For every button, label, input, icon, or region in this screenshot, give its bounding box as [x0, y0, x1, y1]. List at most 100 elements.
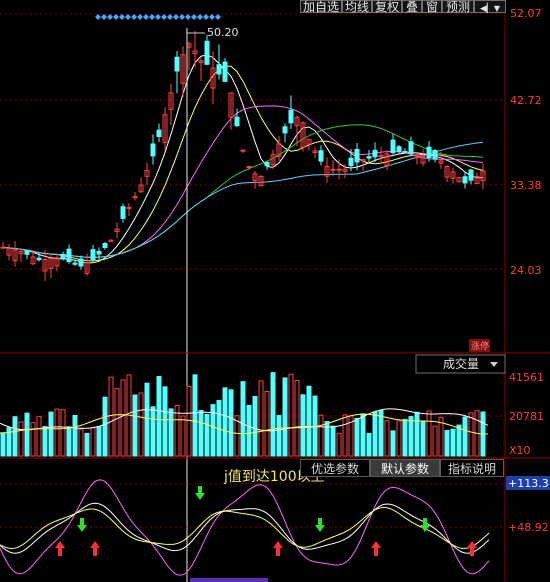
sell-arrow-icon [315, 518, 325, 532]
volume-indicator-label: 成交量 [443, 356, 479, 371]
volume-bar [246, 404, 252, 457]
signal-diamond [215, 14, 221, 20]
candle-body [24, 249, 30, 255]
candle-body [174, 56, 180, 72]
tab-indicator-help[interactable]: 指标说明 [440, 459, 504, 477]
price-axis-label-2: 42.72 [510, 94, 542, 107]
volume-bar [156, 376, 162, 457]
signal-diamond [209, 14, 215, 20]
candle-body [96, 250, 102, 255]
more-menu-button[interactable]: ◀▏▼ [474, 0, 506, 14]
volume-bar [132, 394, 138, 457]
candle-body [468, 169, 474, 181]
volume-bar [336, 432, 342, 457]
volume-bar [198, 409, 204, 457]
candle-body [372, 149, 378, 158]
volume-bar [378, 409, 384, 457]
moving-average-lines [2, 54, 484, 264]
candle-body [402, 150, 408, 153]
candle-body [234, 116, 240, 127]
candle-body [246, 166, 252, 169]
kdj-indicator-lines [0, 479, 505, 576]
candle-body [66, 248, 72, 263]
volume-bar [432, 425, 438, 457]
volume-bar [102, 396, 108, 457]
signal-diamond [137, 14, 143, 20]
restore-rights-button[interactable]: 复权 [372, 0, 402, 14]
sell-arrow-icon [77, 518, 87, 532]
candle-body [432, 150, 438, 160]
kdj-j-line [0, 479, 490, 576]
buy-arrow-icon [273, 541, 283, 556]
volume-bar [330, 425, 336, 457]
volume-bar [252, 395, 258, 457]
moving-average-button[interactable]: 均线 [342, 0, 372, 14]
sell-arrow-icon [195, 486, 205, 500]
buy-arrow-icon [90, 541, 100, 556]
signal-diamond [161, 14, 167, 20]
volume-bar [144, 382, 150, 457]
volume-bar [372, 411, 378, 457]
volume-axis-label-1: 41561 [509, 371, 544, 384]
volume-bar [306, 385, 312, 457]
add-to-watchlist-button[interactable]: 加自选 [300, 0, 342, 14]
candle-body [222, 61, 228, 82]
candle-body [240, 149, 246, 152]
volume-bar [36, 416, 42, 457]
volume-bar [0, 432, 6, 457]
tab-default-params[interactable]: 默认参数 [370, 459, 440, 477]
ma20-line [2, 105, 484, 258]
volume-bar [30, 422, 36, 457]
candle-body [216, 64, 222, 75]
volume-bar [408, 416, 414, 457]
signal-diamond [173, 14, 179, 20]
forecast-button[interactable]: 预测 [442, 0, 474, 14]
candle-body [0, 246, 6, 249]
signal-diamond [107, 14, 113, 20]
volume-bar [342, 414, 348, 457]
volume-bar [72, 414, 78, 457]
candle-body [366, 156, 372, 159]
volume-bar [96, 426, 102, 457]
volume-bar [396, 420, 402, 457]
volume-bar [138, 392, 144, 457]
candle-body [462, 176, 468, 184]
volume-bar [150, 406, 156, 457]
signal-diamond [113, 14, 119, 20]
candle-body [60, 253, 66, 260]
volume-bar [84, 432, 90, 457]
volume-bar [240, 381, 246, 457]
volume-bar [450, 428, 456, 457]
tab-optimized-params[interactable]: 优选参数 [300, 459, 370, 477]
signal-diamond [179, 14, 185, 20]
stock-chart-canvas: 50.20 52.07 42.72 33.38 24.03 涨停 成交量 415… [0, 0, 550, 582]
window-button[interactable]: 窗 [422, 0, 442, 14]
volume-bar [114, 388, 120, 457]
candle-body [36, 257, 42, 261]
volume-bar [414, 411, 420, 457]
candle-body [90, 249, 96, 260]
volume-axis-label-2: 20781 [509, 410, 544, 423]
candle-body [264, 161, 270, 167]
volume-bar [66, 426, 72, 457]
candle-body [354, 148, 360, 163]
signal-diamond [191, 14, 197, 20]
volume-bar [120, 379, 126, 457]
signal-diamond [131, 14, 137, 20]
time-range-scrollbar[interactable] [190, 578, 268, 582]
candle-body [318, 150, 324, 162]
volume-bar [162, 386, 168, 457]
volume-bar [462, 416, 468, 457]
volume-bar [168, 408, 174, 457]
indicator-axis-label-1: +113.3 [508, 477, 549, 490]
overlay-button[interactable]: 叠 [402, 0, 422, 14]
candle-body [348, 157, 354, 167]
candle-body [408, 141, 414, 155]
volume-bar [402, 418, 408, 457]
candle-body [120, 206, 126, 219]
volume-bar [108, 376, 114, 457]
volume-bar [420, 420, 426, 457]
signal-diamond [143, 14, 149, 20]
candle-body [330, 168, 336, 171]
signal-diamond [149, 14, 155, 20]
